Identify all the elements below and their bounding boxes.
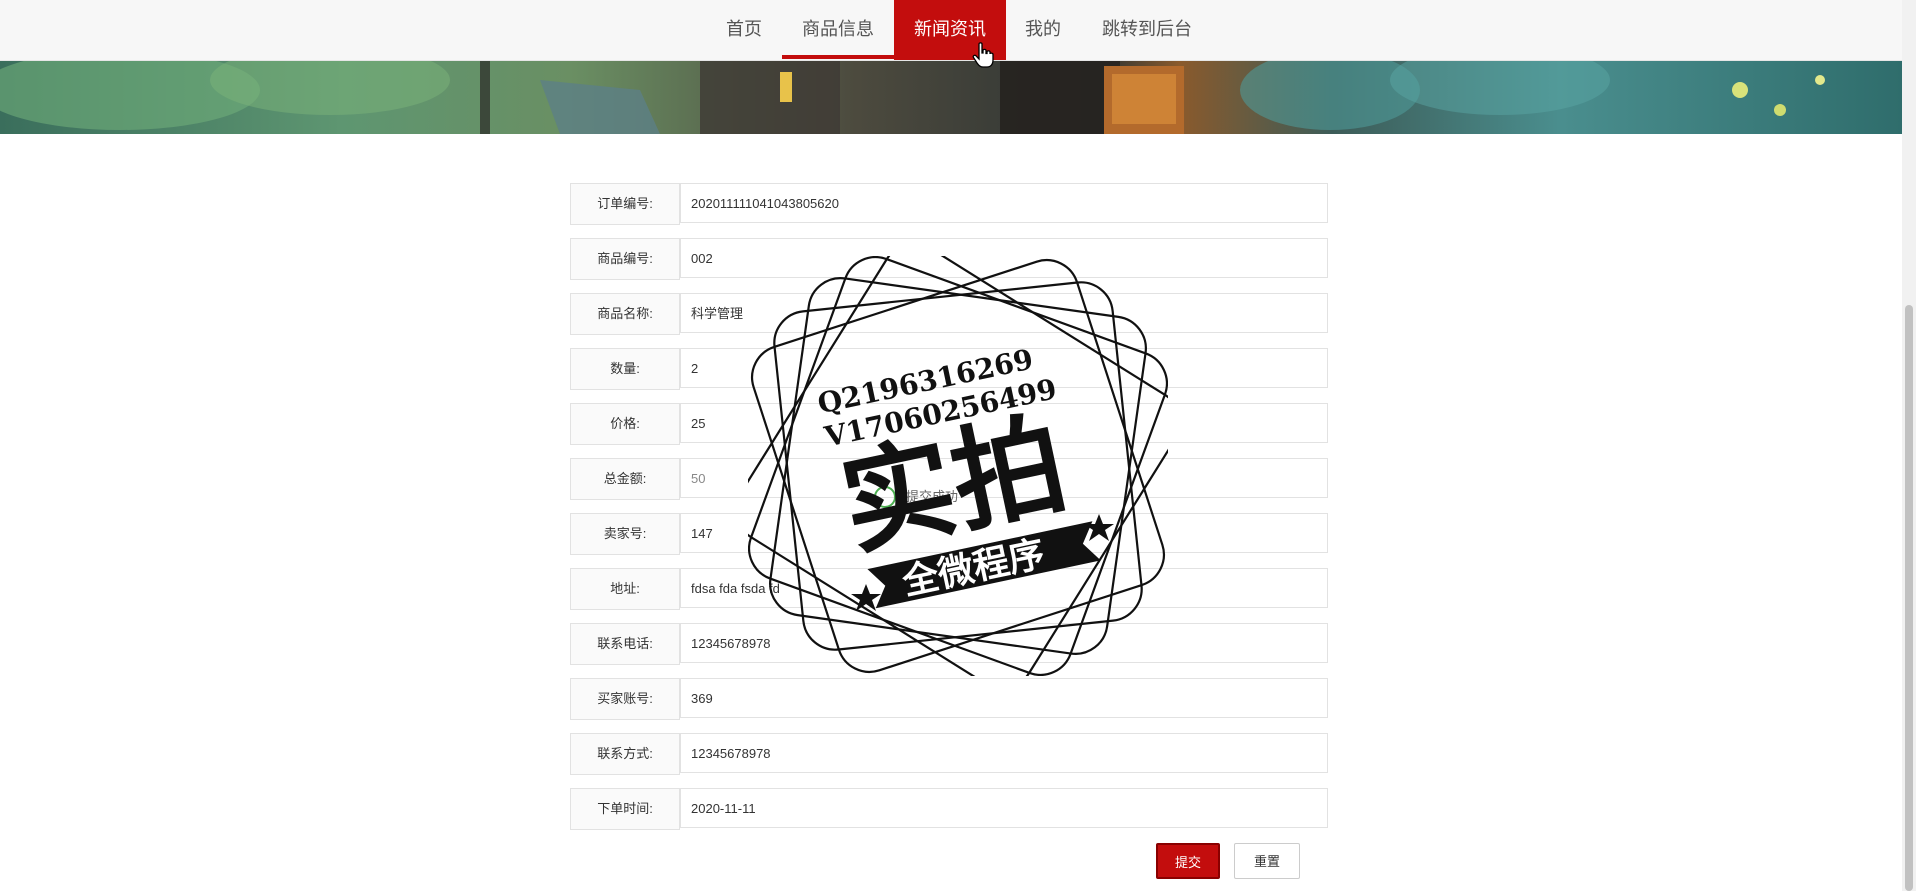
seller-id-field[interactable]: 147 <box>680 513 1328 553</box>
nav-item-backend[interactable]: 跳转到后台 <box>1094 0 1200 60</box>
order-number-label: 订单编号: <box>570 183 680 225</box>
contact-method-field[interactable]: 12345678978 <box>680 733 1328 773</box>
form-row-buyer-account: 买家账号: 369 <box>570 678 1330 720</box>
seller-id-label: 卖家号: <box>570 513 680 555</box>
hero-banner-image <box>0 60 1902 134</box>
reset-button[interactable]: 重置 <box>1234 843 1300 879</box>
nav-hover-underline <box>782 55 894 59</box>
form-row-contact-method: 联系方式: 12345678978 <box>570 733 1330 775</box>
order-time-field[interactable]: 2020-11-11 <box>680 788 1328 828</box>
price-label: 价格: <box>570 403 680 445</box>
product-name-field[interactable]: 科学管理 <box>680 293 1328 333</box>
address-label: 地址: <box>570 568 680 610</box>
form-row-address: 地址: fdsa fda fsda fd <box>570 568 1330 610</box>
top-navigation: 首页 商品信息 新闻资讯 我的 跳转到后台 <box>0 0 1902 61</box>
product-number-label: 商品编号: <box>570 238 680 280</box>
nav-item-home[interactable]: 首页 <box>712 0 776 60</box>
banner-artwork <box>0 60 1825 134</box>
buyer-account-field[interactable]: 369 <box>680 678 1328 718</box>
form-row-price: 价格: 25 <box>570 403 1330 445</box>
order-number-field[interactable]: 202011111041043805620 <box>680 183 1328 223</box>
form-row-order-time: 下单时间: 2020-11-11 <box>570 788 1330 830</box>
success-check-icon <box>874 486 896 508</box>
hand-cursor-icon <box>972 42 994 68</box>
page-scrollbar[interactable] <box>1902 0 1916 891</box>
toast-text: 提交成功 <box>906 489 959 504</box>
product-name-label: 商品名称: <box>570 293 680 335</box>
success-toast: 提交成功 <box>868 480 958 514</box>
form-row-contact-phone: 联系电话: 12345678978 <box>570 623 1330 665</box>
submit-button[interactable]: 提交 <box>1156 843 1220 879</box>
nav-item-products[interactable]: 商品信息 <box>786 0 890 60</box>
scrollbar-thumb[interactable] <box>1905 305 1913 891</box>
form-row-order-number: 订单编号: 202011111041043805620 <box>570 183 1330 225</box>
contact-method-label: 联系方式: <box>570 733 680 775</box>
contact-phone-label: 联系电话: <box>570 623 680 665</box>
nav-item-mine[interactable]: 我的 <box>1016 0 1070 60</box>
buyer-account-label: 买家账号: <box>570 678 680 720</box>
address-field[interactable]: fdsa fda fsda fd <box>680 568 1328 608</box>
form-row-product-number: 商品编号: 002 <box>570 238 1330 280</box>
quantity-field[interactable]: 2 <box>680 348 1328 388</box>
product-number-field[interactable]: 002 <box>680 238 1328 278</box>
total-amount-field[interactable]: 50 <box>680 458 1328 498</box>
form-row-seller-id: 卖家号: 147 <box>570 513 1330 555</box>
order-time-label: 下单时间: <box>570 788 680 830</box>
form-row-product-name: 商品名称: 科学管理 <box>570 293 1330 335</box>
contact-phone-field[interactable]: 12345678978 <box>680 623 1328 663</box>
form-row-quantity: 数量: 2 <box>570 348 1330 390</box>
total-amount-label: 总金额: <box>570 458 680 500</box>
quantity-label: 数量: <box>570 348 680 390</box>
price-field[interactable]: 25 <box>680 403 1328 443</box>
